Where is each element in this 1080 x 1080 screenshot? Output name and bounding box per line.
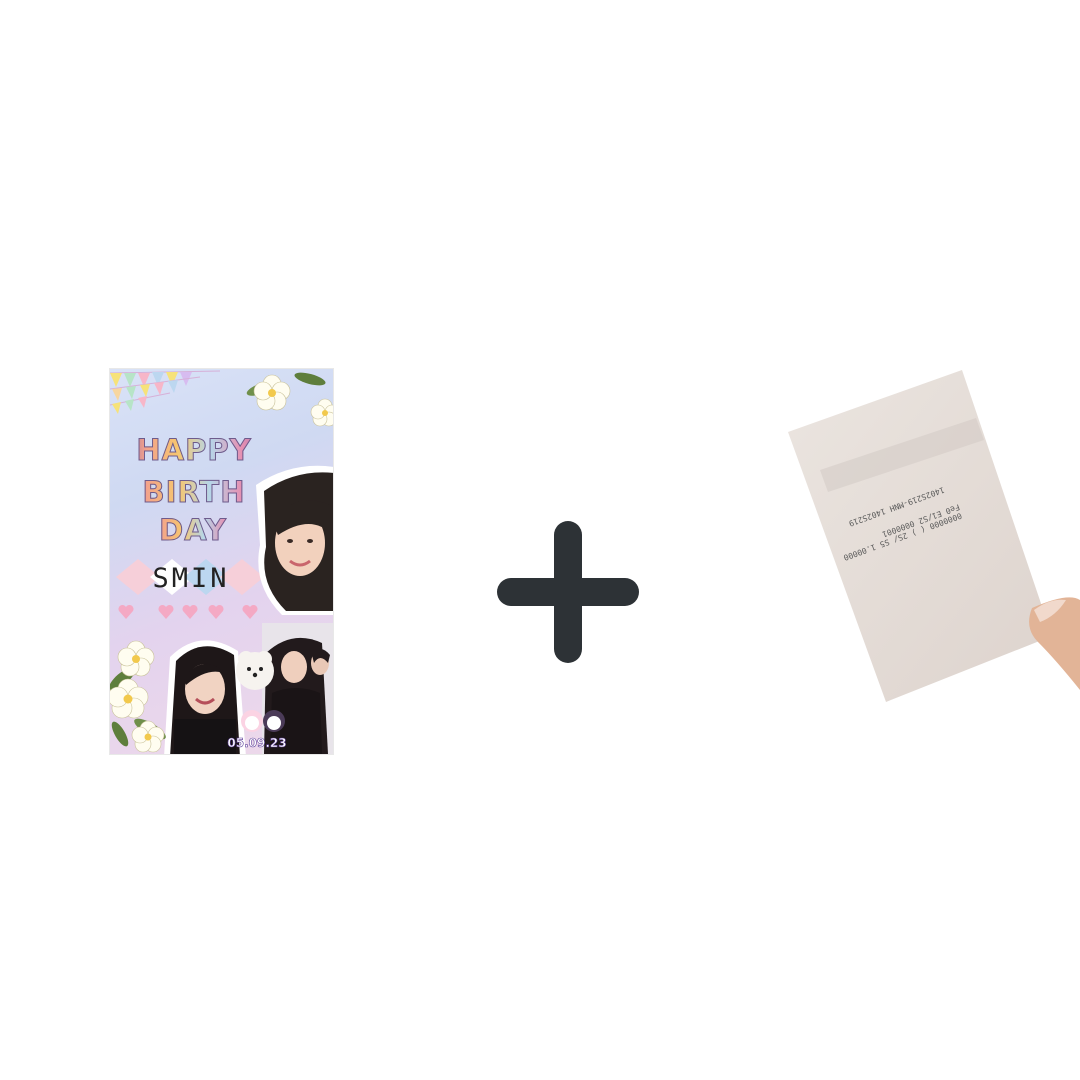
plus-icon — [497, 521, 639, 663]
bunting-decoration — [110, 370, 220, 414]
flowers-bottom-left — [110, 640, 166, 753]
portrait-photo-main — [256, 465, 333, 615]
character-stickers — [241, 710, 285, 732]
poster-title-line-3: DAY — [138, 513, 248, 548]
poster-title-line-1: HAPPY — [114, 433, 274, 468]
receipt-paper — [788, 370, 1080, 702]
birthday-poster-card: HAPPY BIRTH DAY SMIN 05.09.23 — [109, 368, 334, 755]
poster-name-label: SMIN — [152, 563, 230, 594]
flowers-top-right — [246, 372, 333, 427]
receipt-photo: 1402S219-MNH 1402S219 Fe0 E1/S2 0000001 … — [780, 360, 1080, 724]
poster-date-label: 05.09.23 — [227, 736, 287, 751]
poster-title-line-2: BIRTH — [114, 475, 274, 510]
hearts-row — [118, 604, 258, 619]
dog-sticker — [236, 651, 274, 690]
